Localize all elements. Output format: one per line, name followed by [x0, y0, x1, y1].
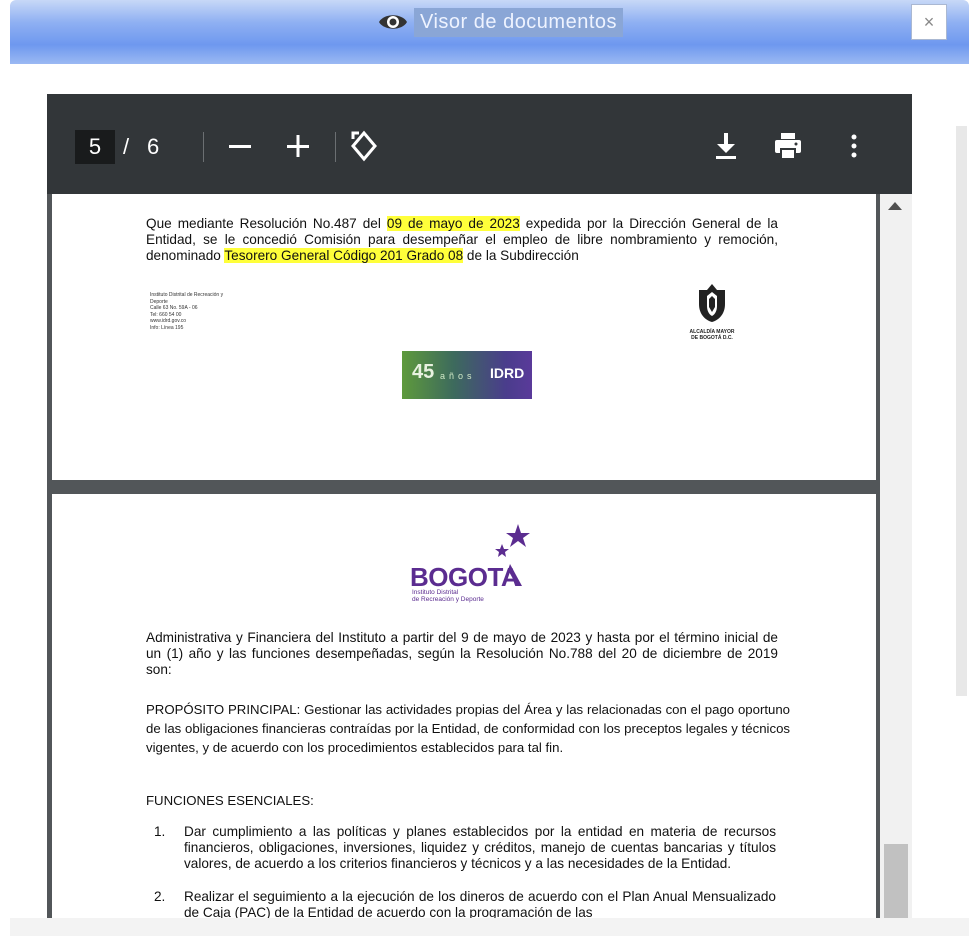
page-number-input[interactable]: 5 [75, 130, 115, 164]
institute-contact-info: Instituto Distrital de Recreación y Depo… [150, 292, 270, 331]
close-button[interactable]: × [911, 4, 947, 40]
window-scrollbar[interactable] [954, 64, 969, 918]
download-icon[interactable] [707, 127, 745, 165]
pdf-viewer: 5 / 6 Que mediante Resolución No.487 del… [47, 94, 912, 918]
funciones-heading: FUNCIONES ESENCIALES: [146, 793, 314, 808]
highlight-date: 09 de mayo de 2023 [386, 216, 520, 231]
funcion-number: 2. [154, 889, 166, 904]
pdf-toolbar: 5 / 6 [47, 94, 912, 194]
highlight-cargo: Tesorero General Código 201 Grado 08 [224, 248, 464, 263]
zoom-in-icon[interactable] [279, 127, 317, 165]
window-titlebar: Visor de documentos [10, 0, 969, 64]
funcion-number: 1. [154, 824, 166, 839]
page1-text-c: de la Subdirección [463, 248, 579, 263]
coat-of-arms-icon [699, 284, 725, 322]
document-viewer-window: Visor de documentos × 5 / 6 Que mediante… [0, 0, 969, 936]
eye-icon [379, 15, 407, 29]
page1-text-a: Que mediante Resolución No.487 del [146, 216, 387, 231]
rotate-icon[interactable] [345, 127, 383, 165]
window-title-group: Visor de documentos [378, 6, 624, 38]
horizontal-scrollbar[interactable] [10, 918, 969, 936]
document-page: BOGOTA Instituto Distrital de Recreación… [52, 494, 876, 918]
alcaldia-line: DE BOGOTÁ D.C. [691, 335, 733, 341]
bogota-idrd-logo: BOGOTA Instituto Distrital de Recreación… [406, 524, 546, 606]
page1-paragraph: Que mediante Resolución No.487 del 09 de… [146, 216, 778, 264]
window-title: Visor de documentos [414, 7, 624, 37]
funcion-item: Realizar el seguimiento a la ejecución d… [184, 889, 776, 918]
window-scrollbar-thumb[interactable] [956, 126, 967, 696]
bogota-subtitle: Instituto Distrital de Recreación y Depo… [412, 589, 484, 603]
contact-line: Info: Línea 195 [150, 324, 184, 331]
page-separator: / [123, 134, 130, 159]
more-options-icon[interactable] [835, 127, 873, 165]
scroll-up-arrow-icon[interactable] [888, 202, 902, 210]
badge-number: 45 [412, 361, 435, 383]
idrd-45-anos-logo: 45 años IDRD [402, 351, 532, 399]
pdf-scrollbar-thumb[interactable] [884, 844, 908, 918]
badge-anos: años [440, 371, 476, 381]
bogota-subtitle-line: de Recreación y Deporte [412, 596, 484, 603]
proposito-label: PROPÓSITO PRINCIPAL: [146, 702, 301, 717]
print-icon[interactable] [769, 127, 807, 165]
toolbar-divider [203, 132, 204, 162]
document-page: Que mediante Resolución No.487 del 09 de… [52, 194, 876, 480]
page2-paragraph-1: Administrativa y Financiera del Institut… [146, 630, 778, 677]
alcaldia-logo: ALCALDÍA MAYOR DE BOGOTÁ D.C. [677, 282, 747, 341]
page-total: 6 [147, 134, 160, 159]
toolbar-divider [335, 132, 336, 162]
pdf-scrollbar[interactable] [880, 194, 912, 918]
proposito-paragraph: PROPÓSITO PRINCIPAL: Gestionar las activ… [146, 700, 790, 757]
badge-name: IDRD [490, 365, 525, 381]
bogota-subtitle-line: Instituto Distrital [412, 589, 459, 596]
funcion-item: Dar cumplimiento a las políticas y plane… [184, 824, 776, 871]
zoom-out-icon[interactable] [221, 127, 259, 165]
